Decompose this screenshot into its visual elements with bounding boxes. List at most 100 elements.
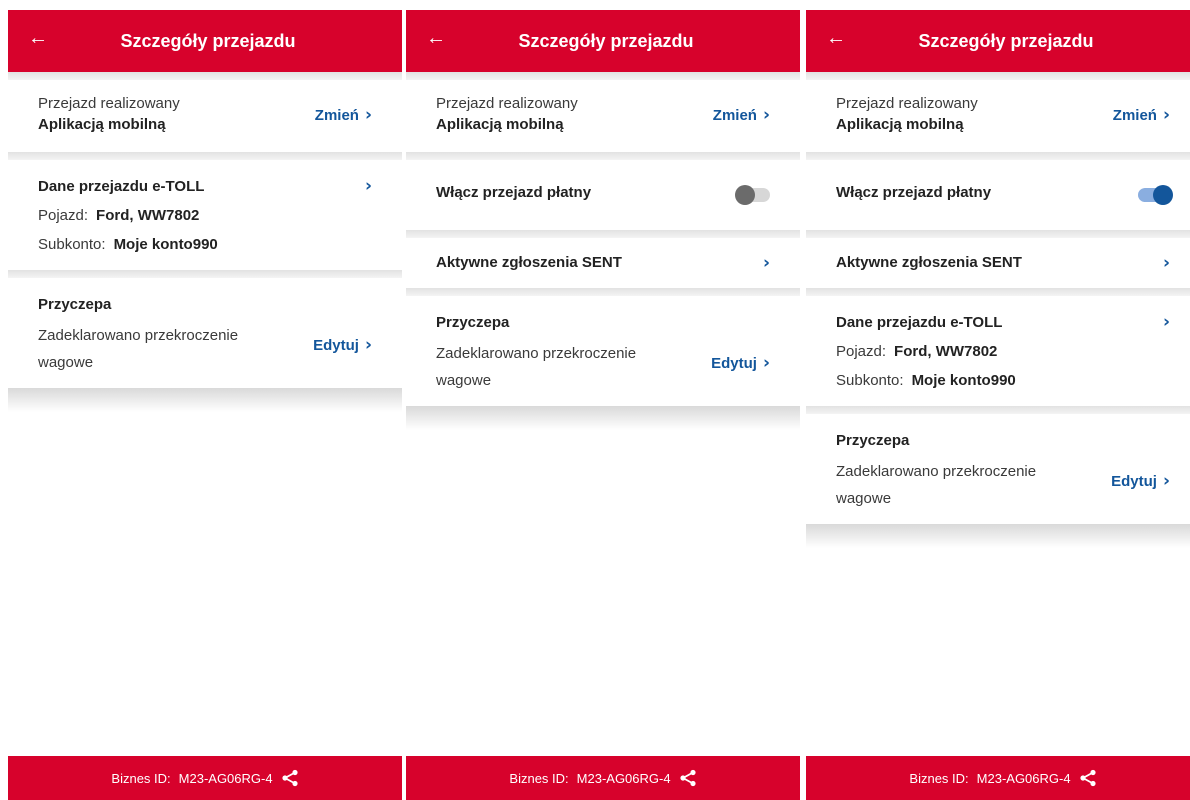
etoll-details-section[interactable]: Dane przejazdu e-TOLL › Pojazd: Ford, WW7… — [8, 160, 402, 270]
top-bar: ← Szczegóły przejazdu — [806, 10, 1190, 72]
trailer-description: Zadeklarowano przekroczenie wagowe — [436, 345, 637, 389]
share-icon[interactable] — [281, 769, 299, 787]
divider — [406, 152, 800, 160]
business-id-footer: Biznes ID: M23-AG06RG-4 — [406, 756, 800, 800]
business-id-label: Biznes ID: — [111, 770, 171, 786]
top-bar: ← Szczegóły przejazdu — [406, 10, 800, 72]
chevron-right-icon: › — [364, 176, 372, 196]
etoll-details-section[interactable]: Dane przejazdu e-TOLL › Pojazd: Ford, WW7… — [806, 296, 1190, 406]
back-arrow-icon[interactable]: ← — [826, 24, 848, 52]
divider — [406, 288, 800, 296]
share-icon[interactable] — [679, 769, 697, 787]
section-shadow — [8, 388, 402, 412]
trailer-description: Zadeklarowano przekroczenie wagowe — [38, 327, 239, 371]
sent-reports-section[interactable]: Aktywne zgłoszenia SENT › — [406, 238, 800, 288]
screen-1: ← Szczegóły przejazdu Przejazd realizowa… — [8, 10, 402, 800]
etoll-details-chevron-button[interactable]: › — [365, 176, 372, 196]
business-id-footer: Biznes ID: M23-AG06RG-4 — [806, 756, 1190, 800]
business-id-label: Biznes ID: — [909, 770, 969, 786]
page-title: Szczegóły przejazdu — [918, 30, 1094, 51]
edit-trailer-label: Edytuj — [1111, 472, 1157, 490]
chevron-right-icon: › — [1162, 312, 1170, 332]
business-id-value: M23-AG06RG-4 — [976, 770, 1071, 786]
etoll-details-chevron-button[interactable]: › — [1163, 312, 1170, 332]
business-id-value: M23-AG06RG-4 — [576, 770, 671, 786]
page-title: Szczegóły przejazdu — [518, 30, 694, 51]
change-mode-button[interactable]: Zmień › — [1113, 105, 1170, 125]
divider — [806, 230, 1190, 238]
paid-ride-toggle-section: Włącz przejazd płatny — [806, 160, 1190, 230]
back-arrow-icon[interactable]: ← — [28, 24, 50, 52]
chevron-right-icon: › — [762, 105, 770, 125]
trailer-section: Przyczepa Zadeklarowano przekroczenie wa… — [8, 278, 402, 388]
business-id-value: M23-AG06RG-4 — [178, 770, 273, 786]
divider — [406, 230, 800, 238]
sent-reports-chevron-button[interactable]: › — [763, 253, 770, 273]
trailer-title: Przyczepa — [436, 314, 510, 331]
change-mode-label: Zmień — [1112, 106, 1157, 124]
divider — [8, 270, 402, 278]
edit-trailer-label: Edytuj — [711, 354, 757, 372]
toggle-knob — [1153, 185, 1173, 205]
subaccount-label: Subkonto: — [38, 236, 106, 253]
trailer-title: Przyczepa — [836, 432, 910, 449]
ride-mode-section: Przejazd realizowany Aplikacją mobilną Z… — [406, 80, 800, 152]
divider — [806, 152, 1190, 160]
change-mode-label: Zmień — [314, 106, 359, 124]
ride-mode-section: Przejazd realizowany Aplikacją mobilną Z… — [806, 80, 1190, 152]
subaccount-value: Moje konto990 — [911, 372, 1016, 389]
edit-trailer-button[interactable]: Edytuj › — [313, 335, 372, 355]
chevron-right-icon: › — [364, 105, 372, 125]
subaccount-row: Subkonto: Moje konto990 — [836, 372, 1016, 389]
vehicle-label: Pojazd: — [836, 343, 887, 360]
section-shadow — [806, 524, 1190, 548]
sent-reports-chevron-button[interactable]: › — [1163, 253, 1170, 273]
divider — [8, 152, 402, 160]
subaccount-label: Subkonto: — [836, 372, 904, 389]
trailer-section: Przyczepa Zadeklarowano przekroczenie wa… — [406, 296, 800, 406]
ride-mode-value: Aplikacją mobilną — [38, 116, 166, 133]
vehicle-value: Ford, WW7802 — [96, 207, 200, 224]
divider — [806, 288, 1190, 296]
chevron-right-icon: › — [364, 335, 372, 355]
divider — [406, 72, 800, 80]
screen-2: ← Szczegóły przejazdu Przejazd realizowa… — [406, 10, 800, 800]
paid-ride-toggle-label: Włącz przejazd płatny — [836, 184, 992, 201]
vehicle-row: Pojazd: Ford, WW7802 — [836, 343, 997, 360]
divider — [806, 406, 1190, 414]
divider — [806, 72, 1190, 80]
section-shadow — [406, 406, 800, 430]
sent-reports-label: Aktywne zgłoszenia SENT — [836, 254, 1022, 271]
page-title: Szczegóły przejazdu — [120, 30, 296, 51]
ride-mode-label: Przejazd realizowany — [436, 95, 578, 112]
paid-ride-toggle[interactable] — [1138, 185, 1173, 205]
trailer-description: Zadeklarowano przekroczenie wagowe — [836, 463, 1037, 507]
paid-ride-toggle[interactable] — [735, 185, 770, 205]
business-id-label: Biznes ID: — [509, 770, 569, 786]
sent-reports-label: Aktywne zgłoszenia SENT — [436, 254, 622, 271]
trailer-section: Przyczepa Zadeklarowano przekroczenie wa… — [806, 414, 1190, 524]
subaccount-row: Subkonto: Moje konto990 — [38, 236, 218, 253]
share-icon[interactable] — [1079, 769, 1097, 787]
screen-3: ← Szczegóły przejazdu Przejazd realizowa… — [806, 10, 1190, 800]
etoll-details-title: Dane przejazdu e-TOLL — [38, 178, 205, 195]
chevron-right-icon: › — [1162, 105, 1170, 125]
sent-reports-section[interactable]: Aktywne zgłoszenia SENT › — [806, 238, 1190, 288]
edit-trailer-button[interactable]: Edytuj › — [1111, 471, 1170, 491]
change-mode-button[interactable]: Zmień › — [713, 105, 770, 125]
trailer-title: Przyczepa — [38, 296, 112, 313]
ride-mode-value: Aplikacją mobilną — [836, 116, 964, 133]
edit-trailer-button[interactable]: Edytuj › — [711, 353, 770, 373]
ride-mode-label: Przejazd realizowany — [38, 95, 180, 112]
vehicle-row: Pojazd: Ford, WW7802 — [38, 207, 199, 224]
toggle-knob — [735, 185, 755, 205]
ride-mode-label: Przejazd realizowany — [836, 95, 978, 112]
back-arrow-icon[interactable]: ← — [426, 24, 448, 52]
top-bar: ← Szczegóły przejazdu — [8, 10, 402, 72]
business-id-footer: Biznes ID: M23-AG06RG-4 — [8, 756, 402, 800]
etoll-details-title: Dane przejazdu e-TOLL — [836, 314, 1003, 331]
change-mode-label: Zmień — [712, 106, 757, 124]
ride-mode-value: Aplikacją mobilną — [436, 116, 564, 133]
vehicle-label: Pojazd: — [38, 207, 89, 224]
change-mode-button[interactable]: Zmień › — [315, 105, 372, 125]
